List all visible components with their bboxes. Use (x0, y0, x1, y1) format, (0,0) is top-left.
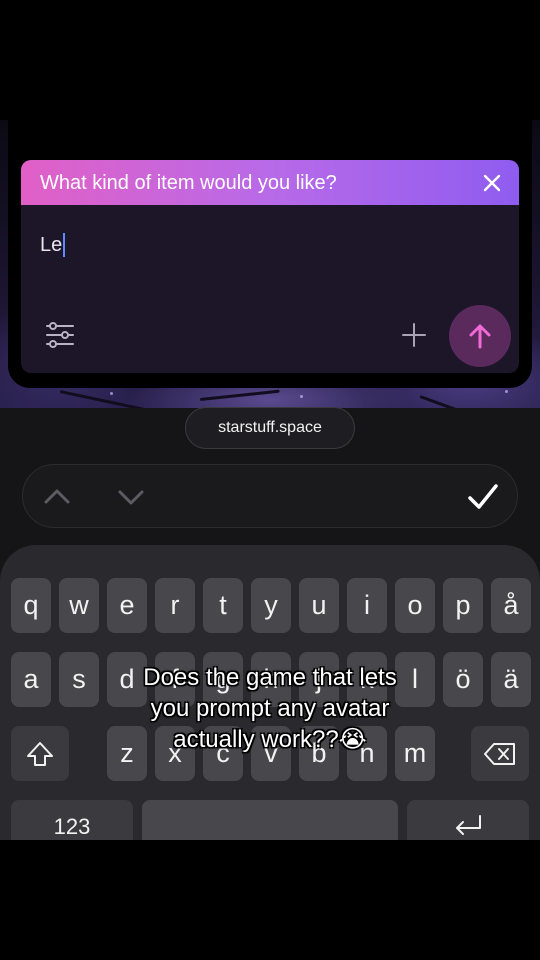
next-field-button[interactable] (113, 479, 149, 515)
key-e[interactable]: e (107, 578, 147, 633)
checkmark-icon (468, 484, 498, 509)
text-caret (63, 233, 66, 257)
chevron-up-icon (44, 489, 70, 504)
return-key[interactable] (407, 800, 529, 840)
form-navigation-toolbar (22, 464, 518, 528)
shift-key[interactable] (11, 726, 69, 781)
numbers-key[interactable]: 123 (11, 800, 133, 840)
key-o[interactable]: o (395, 578, 435, 633)
key-w[interactable]: w (59, 578, 99, 633)
caption-line-2: you prompt any avatar (150, 695, 390, 722)
sliders-icon (46, 322, 74, 348)
key-o-umlaut[interactable]: ö (443, 652, 483, 707)
done-button[interactable] (465, 479, 501, 515)
caption-line-3: actually work??😭 (173, 726, 367, 753)
space-key[interactable] (142, 800, 398, 840)
settings-button[interactable] (43, 318, 77, 352)
url-text: starstuff.space (218, 419, 322, 436)
previous-field-button[interactable] (39, 479, 75, 515)
item-prompt-dialog: What kind of item would you like? Le (21, 160, 519, 373)
return-icon (456, 815, 481, 835)
key-i[interactable]: i (347, 578, 387, 633)
key-a-ring[interactable]: å (491, 578, 531, 633)
key-y[interactable]: y (251, 578, 291, 633)
backspace-key[interactable] (471, 726, 529, 781)
dialog-title: What kind of item would you like? (40, 172, 337, 194)
prompt-input-value: Le (40, 233, 63, 256)
top-black-bar (0, 0, 540, 120)
close-icon (483, 174, 501, 192)
key-a-umlaut[interactable]: ä (491, 652, 531, 707)
plus-icon (402, 323, 426, 347)
dialog-header: What kind of item would you like? (21, 160, 519, 205)
key-q[interactable]: q (11, 578, 51, 633)
chevron-down-icon (118, 490, 144, 505)
caption-line-1: Does the game that lets (143, 664, 397, 691)
key-p[interactable]: p (443, 578, 483, 633)
key-a[interactable]: a (11, 652, 51, 707)
bottom-black-bar (0, 840, 540, 960)
arrow-up-icon (469, 324, 491, 349)
key-r[interactable]: r (155, 578, 195, 633)
key-u[interactable]: u (299, 578, 339, 633)
backspace-icon (484, 742, 515, 765)
close-button[interactable] (479, 170, 505, 196)
url-bar[interactable]: starstuff.space (185, 407, 355, 449)
prompt-input[interactable]: Le (40, 230, 480, 260)
shift-icon (27, 741, 53, 766)
send-button[interactable] (449, 305, 511, 367)
key-s[interactable]: s (59, 652, 99, 707)
video-caption: Does the game that lets you prompt any a… (120, 662, 420, 755)
key-t[interactable]: t (203, 578, 243, 633)
add-button[interactable] (401, 322, 427, 348)
